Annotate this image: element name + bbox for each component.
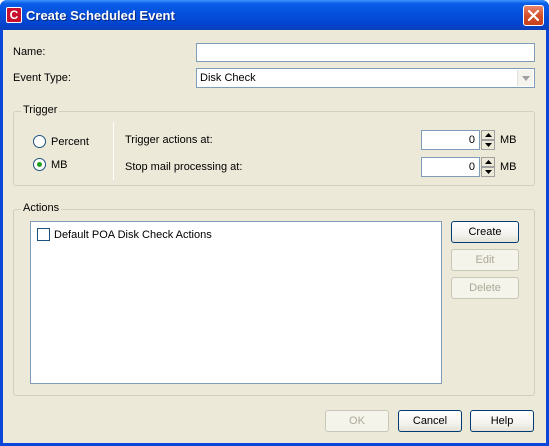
- stop-mail-label: Stop mail processing at:: [125, 161, 243, 173]
- triangle-up-icon: [485, 133, 492, 137]
- triangle-up-icon: [485, 160, 492, 164]
- delete-button[interactable]: Delete: [451, 277, 519, 299]
- event-type-value: Disk Check: [200, 72, 256, 84]
- triangle-down-icon: [485, 170, 492, 174]
- spin-up-button[interactable]: [481, 157, 495, 167]
- stop-mail-input[interactable]: 0: [421, 157, 480, 177]
- default-poa-checkbox[interactable]: [37, 228, 50, 241]
- stop-mail-unit: MB: [500, 161, 517, 173]
- spin-down-button[interactable]: [481, 140, 495, 150]
- actions-list[interactable]: Default POA Disk Check Actions: [30, 221, 442, 384]
- title-bar[interactable]: C Create Scheduled Event: [0, 0, 549, 30]
- trigger-group-title: Trigger: [21, 104, 60, 116]
- trigger-divider: [113, 122, 114, 180]
- spin-up-button[interactable]: [481, 130, 495, 140]
- spin-down-button[interactable]: [481, 167, 495, 177]
- create-button[interactable]: Create: [451, 221, 519, 243]
- dropdown-arrow-button[interactable]: [517, 70, 533, 86]
- mb-radio-label[interactable]: MB: [51, 159, 68, 171]
- event-type-select[interactable]: Disk Check: [196, 68, 535, 88]
- actions-group-title: Actions: [21, 202, 62, 214]
- percent-radio-label[interactable]: Percent: [51, 136, 89, 148]
- chevron-down-icon: [522, 76, 530, 81]
- name-input[interactable]: [196, 43, 535, 62]
- percent-radio[interactable]: [33, 135, 46, 148]
- stop-mail-spinner[interactable]: [481, 157, 495, 177]
- trigger-actions-input[interactable]: 0: [421, 130, 480, 150]
- dialog-body: Name: Event Type: Disk Check Trigger Per…: [3, 30, 546, 443]
- trigger-actions-unit: MB: [500, 134, 517, 146]
- help-button[interactable]: Help: [470, 410, 534, 432]
- dialog-window: C Create Scheduled Event Name: Event Typ…: [0, 0, 549, 446]
- ok-button[interactable]: OK: [325, 410, 389, 432]
- list-item[interactable]: Default POA Disk Check Actions: [37, 228, 417, 243]
- name-label: Name:: [13, 46, 46, 58]
- trigger-actions-label: Trigger actions at:: [125, 134, 213, 146]
- app-logo-icon: C: [6, 7, 22, 23]
- close-button[interactable]: [523, 5, 544, 26]
- close-icon: [528, 10, 539, 21]
- cancel-button[interactable]: Cancel: [398, 410, 462, 432]
- triangle-down-icon: [485, 143, 492, 147]
- window-title: Create Scheduled Event: [26, 8, 175, 23]
- edit-button[interactable]: Edit: [451, 249, 519, 271]
- event-type-label: Event Type:: [13, 72, 71, 84]
- trigger-actions-spinner[interactable]: [481, 130, 495, 150]
- mb-radio[interactable]: [33, 158, 46, 171]
- list-item-label: Default POA Disk Check Actions: [54, 229, 212, 241]
